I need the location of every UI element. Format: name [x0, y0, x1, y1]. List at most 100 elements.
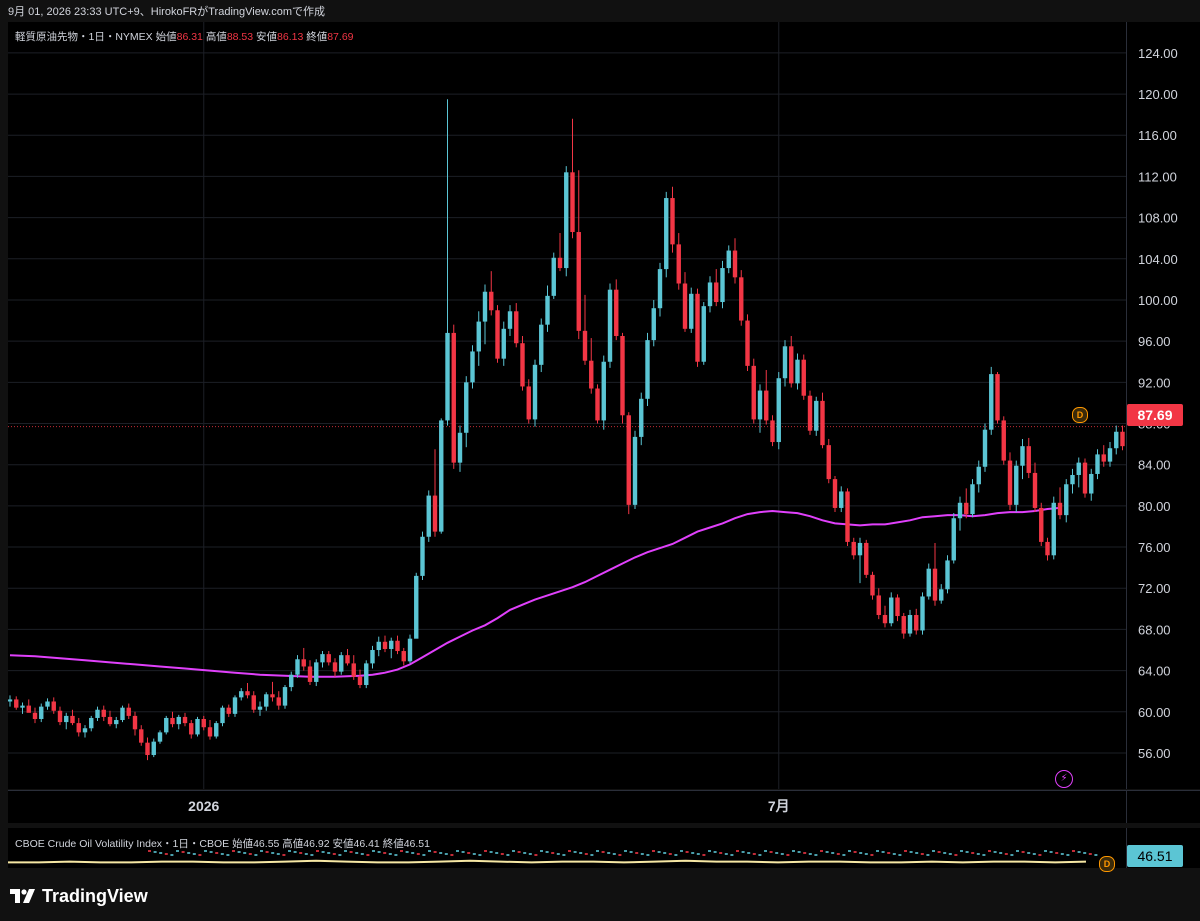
candle-body: [920, 596, 925, 631]
volatility-candle: [1027, 852, 1031, 854]
candle-body: [695, 293, 700, 362]
candle-body: [426, 495, 431, 537]
candle-body: [551, 257, 556, 296]
candle-body: [1045, 541, 1050, 556]
candle-body: [682, 283, 688, 329]
candle-body: [107, 716, 113, 725]
dividend-marker-icon[interactable]: D: [1072, 407, 1088, 423]
volatility-candle: [624, 850, 627, 852]
low-value: 86.13: [277, 31, 304, 43]
candle-body: [1120, 431, 1125, 447]
candle: [1057, 487, 1063, 520]
volatility-legend[interactable]: CBOE Crude Oil Volatility Index・1日・CBOE …: [15, 836, 430, 851]
candle: [470, 345, 475, 389]
candle-body: [557, 257, 563, 269]
candle-body: [64, 715, 69, 723]
candle-body: [1051, 502, 1056, 556]
candle-body: [826, 445, 831, 480]
candle: [914, 608, 919, 635]
candle-body: [57, 710, 63, 723]
volatility-candle: [820, 850, 823, 852]
volatility-candle: [607, 852, 611, 854]
volatility-candle: [892, 853, 896, 855]
candle-body: [1107, 448, 1113, 462]
sub-dividend-marker-icon[interactable]: D: [1099, 856, 1115, 872]
candle: [157, 730, 163, 744]
candle-body: [1101, 454, 1106, 462]
candle: [882, 605, 888, 628]
tradingview-brand[interactable]: TradingView: [10, 884, 148, 908]
candle-body: [407, 638, 413, 662]
candle-body: [382, 641, 388, 649]
open-value: 86.31: [176, 31, 203, 43]
main-legend[interactable]: 軽質原油先物・1日・NYMEX 始値86.31 高値88.53 安値86.13 …: [15, 29, 354, 44]
candle: [332, 658, 338, 677]
candle: [857, 537, 863, 584]
price-chart[interactable]: [8, 22, 1126, 789]
open-label: 始値: [155, 31, 177, 43]
candle-body: [114, 720, 119, 725]
candle-body: [957, 502, 963, 519]
candle-body: [370, 650, 375, 664]
volatility-price-tag: 46.51: [1127, 845, 1183, 867]
candle: [589, 338, 594, 394]
candle-body: [182, 716, 188, 724]
candle-body: [770, 420, 775, 443]
candle: [482, 284, 488, 345]
candle-body: [626, 415, 631, 505]
y-tick-label: 104.00: [1138, 252, 1178, 267]
candle: [289, 671, 294, 692]
candle: [782, 340, 788, 387]
volatility-candle: [775, 852, 779, 854]
candle-body: [795, 359, 800, 384]
candle: [476, 311, 481, 366]
candle: [620, 332, 625, 424]
candle: [814, 396, 819, 436]
volatility-candle: [618, 854, 622, 856]
candle: [570, 118, 575, 239]
time-axis[interactable]: 2026 7月: [8, 790, 1126, 823]
candle: [14, 696, 19, 710]
volatility-candle: [271, 852, 275, 854]
candle-body: [507, 311, 513, 329]
candle-body: [70, 715, 75, 724]
candle: [414, 572, 419, 639]
volatility-candle: [338, 854, 342, 856]
main-chart-panel[interactable]: [8, 22, 1126, 789]
candle-body: [657, 269, 663, 309]
candle: [501, 321, 506, 366]
candle-body: [464, 382, 469, 433]
candle: [820, 392, 825, 449]
volatility-candle: [254, 854, 258, 856]
volatility-candle: [243, 852, 247, 854]
candle: [1032, 462, 1038, 513]
candle-body: [251, 695, 256, 710]
candle: [676, 233, 681, 290]
volatility-candle: [394, 854, 398, 856]
candle: [751, 358, 756, 424]
lightning-icon[interactable]: ⚡: [1055, 770, 1073, 788]
candle: [1101, 445, 1106, 467]
candle-body: [482, 291, 488, 322]
candle-body: [939, 589, 944, 601]
candle-body: [714, 282, 719, 303]
volatility-candle: [1055, 852, 1059, 854]
candle: [270, 681, 275, 702]
candle-body: [376, 641, 381, 651]
volatility-candle: [713, 851, 717, 853]
candle-body: [1014, 465, 1019, 505]
volatility-candle: [568, 850, 571, 852]
candle: [901, 612, 906, 639]
candle: [657, 262, 663, 317]
volatility-candle: [657, 851, 661, 853]
candle-body: [620, 336, 625, 416]
candle: [776, 372, 781, 450]
volatility-candle: [209, 851, 213, 853]
candle-body: [1070, 474, 1075, 485]
candle-body: [689, 293, 694, 329]
volatility-candle: [915, 852, 919, 854]
volatility-candle: [405, 851, 409, 853]
candle-body: [851, 541, 856, 556]
volatility-candle: [909, 851, 913, 853]
candle: [864, 539, 869, 578]
